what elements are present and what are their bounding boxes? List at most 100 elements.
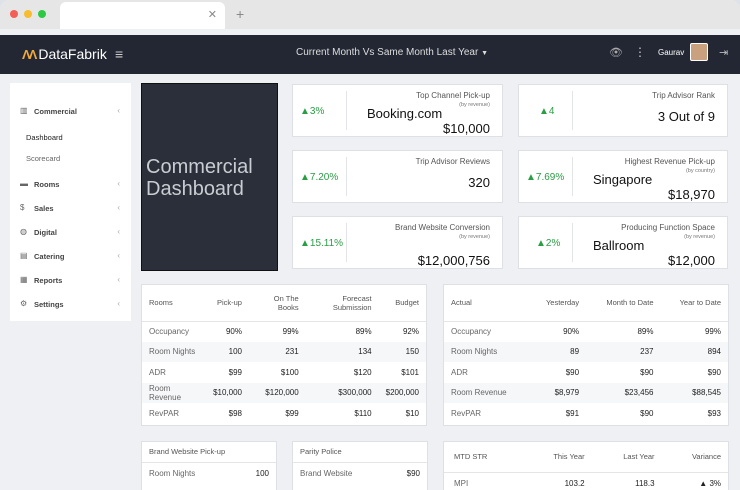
column-header: Budget bbox=[378, 285, 426, 322]
cell: $99 bbox=[285, 408, 299, 418]
sidebar-item-scorecard[interactable]: Scorecard bbox=[10, 148, 131, 168]
new-tab-icon[interactable]: + bbox=[236, 6, 244, 22]
row-label: RevPAR bbox=[149, 408, 180, 418]
cell: $90 bbox=[707, 367, 721, 377]
column-header: Year to Date bbox=[660, 285, 728, 322]
top-navbar: ɅɅ DataFabrik ≡ Current Month Vs Same Mo… bbox=[0, 35, 740, 74]
kpi-value: $10,000 bbox=[443, 121, 490, 136]
browser-chrome: ✕ + bbox=[0, 0, 740, 29]
cell: $99 bbox=[228, 367, 242, 377]
kpi-trip-advisor-reviews: ▲7.20% Trip Advisor Reviews 320 bbox=[292, 150, 503, 203]
kpi-subtitle: (by country) bbox=[685, 168, 715, 174]
close-window-dot[interactable] bbox=[10, 10, 18, 18]
chevron-left-icon: ‹ bbox=[117, 203, 120, 212]
cell: $90 bbox=[640, 408, 654, 418]
avatar[interactable] bbox=[690, 43, 708, 61]
divider bbox=[572, 157, 573, 196]
dashboard-hero: Commercial Dashboard bbox=[141, 83, 278, 271]
sidebar-item-label: Dashboard bbox=[26, 133, 63, 142]
column-header: MTD STR bbox=[444, 442, 522, 473]
parity-police-table: Parity Police Brand Website $90 bbox=[292, 441, 428, 490]
sidebar-item-reports[interactable]: ▦ Reports ‹ bbox=[10, 270, 131, 290]
brand-logo[interactable]: ɅɅ DataFabrik bbox=[22, 46, 107, 62]
kpi-title: Trip Advisor Rank bbox=[652, 91, 715, 100]
user-name[interactable]: Gaurav bbox=[658, 48, 684, 57]
brand-pickup-table: Brand Website Pick-up Room Nights 100 bbox=[141, 441, 277, 490]
cell: $8,979 bbox=[528, 382, 587, 403]
kpi-value: $12,000 bbox=[668, 253, 715, 268]
change-badge: ▲3% bbox=[300, 106, 325, 117]
chevron-left-icon: ‹ bbox=[117, 251, 120, 260]
cell: 894 bbox=[660, 341, 728, 362]
reports-icon: ▦ bbox=[20, 275, 28, 284]
more-options-icon[interactable]: ⋮ bbox=[634, 45, 646, 59]
kpi-title: Producing Function Space bbox=[621, 223, 715, 232]
page-title-line2: Dashboard bbox=[146, 178, 244, 200]
dollar-icon: $ bbox=[20, 203, 25, 212]
change-badge: ▲2% bbox=[536, 238, 561, 249]
sidebar-item-dashboard[interactable]: Dashboard bbox=[10, 127, 131, 147]
table-row: Occupancy 90% 99% 89% 92% bbox=[142, 321, 426, 342]
sidebar-item-label: Digital bbox=[34, 228, 57, 237]
divider bbox=[572, 223, 573, 262]
kpi-subtitle: (by revenue) bbox=[459, 234, 490, 240]
sidebar-item-digital[interactable]: ◍ Digital ‹ bbox=[10, 222, 131, 242]
cell: 100 bbox=[206, 341, 249, 362]
sidebar-item-sales[interactable]: $ Sales ‹ bbox=[10, 198, 131, 218]
row-label: ADR bbox=[149, 367, 166, 377]
cell: 89% bbox=[355, 327, 372, 336]
sidebar-item-label: Reports bbox=[34, 276, 63, 285]
gear-icon: ⚙ bbox=[20, 299, 28, 308]
kpi-title: Highest Revenue Pick-up bbox=[624, 157, 715, 166]
table-row: Room Nights 89 237 894 bbox=[444, 341, 728, 362]
cell: $120,000 bbox=[248, 382, 306, 403]
minimize-window-dot[interactable] bbox=[24, 10, 32, 18]
row-label: Occupancy bbox=[149, 327, 190, 336]
variance-cell: ▲ 3% bbox=[699, 478, 721, 488]
logout-icon[interactable]: ⇥ bbox=[719, 46, 728, 59]
change-badge: ▲7.69% bbox=[526, 172, 565, 183]
kpi-brand-conversion: ▲15.11% Brand Website Conversion (by rev… bbox=[292, 216, 503, 269]
column-header: Variance bbox=[661, 442, 728, 473]
cell: 92% bbox=[402, 327, 419, 336]
table-row: Room Revenue $10,000 $120,000 $300,000 $200,… bbox=[142, 382, 426, 403]
kpi-name: Singapore bbox=[593, 172, 653, 187]
table-row: Room Revenue $8,979 $23,456 $88,545 bbox=[444, 382, 728, 403]
kpi-title: Top Channel Pick-up bbox=[416, 91, 490, 100]
divider bbox=[346, 223, 347, 262]
bed-icon: ▬ bbox=[20, 179, 28, 188]
cell: $200,000 bbox=[378, 382, 426, 403]
cell: 150 bbox=[378, 341, 426, 362]
sidebar-item-label: Commercial bbox=[34, 107, 77, 116]
sidebar-item-settings[interactable]: ⚙ Settings ‹ bbox=[10, 294, 131, 314]
divider bbox=[346, 91, 347, 130]
browser-tab[interactable]: ✕ bbox=[60, 2, 225, 29]
row-label: Occupancy bbox=[451, 327, 492, 336]
actual-table: Actual Yesterday Month to Date Year to D… bbox=[443, 284, 729, 426]
eye-icon[interactable]: 👁 bbox=[609, 46, 623, 59]
period-filter[interactable]: Current Month Vs Same Month Last Year ▼ bbox=[296, 47, 488, 58]
change-badge: ▲7.20% bbox=[300, 172, 339, 183]
row-label: Room Nights bbox=[149, 468, 196, 478]
menu-toggle-icon[interactable]: ≡ bbox=[115, 46, 123, 62]
sidebar: ▥ Commercial ‹ Dashboard Scorecard ▬ Roo… bbox=[10, 83, 131, 321]
sidebar-item-catering[interactable]: ▤ Catering ‹ bbox=[10, 246, 131, 266]
sidebar-item-rooms[interactable]: ▬ Rooms ‹ bbox=[10, 174, 131, 194]
row-label: Brand Website bbox=[300, 468, 353, 478]
row-label: Room Revenue bbox=[444, 382, 529, 403]
kpi-title: Trip Advisor Reviews bbox=[415, 157, 490, 166]
cell: $98 bbox=[228, 408, 242, 418]
column-header: Yesterday bbox=[528, 285, 587, 322]
maximize-window-dot[interactable] bbox=[38, 10, 46, 18]
kpi-trip-advisor-rank: ▲4 Trip Advisor Rank 3 Out of 9 bbox=[518, 84, 728, 137]
catering-icon: ▤ bbox=[20, 251, 28, 260]
cell: $23,456 bbox=[586, 382, 661, 403]
kpi-name: Booking.com bbox=[367, 106, 443, 121]
table-header-row: Brand Website Pick-up bbox=[142, 442, 276, 463]
sidebar-item-commercial[interactable]: ▥ Commercial ‹ bbox=[10, 101, 131, 121]
close-tab-icon[interactable]: ✕ bbox=[208, 8, 217, 21]
sidebar-item-label: Settings bbox=[34, 300, 64, 309]
table-row: Room Nights 100 bbox=[142, 462, 276, 484]
cell: $88,545 bbox=[660, 382, 728, 403]
sidebar-item-label: Rooms bbox=[34, 180, 60, 189]
